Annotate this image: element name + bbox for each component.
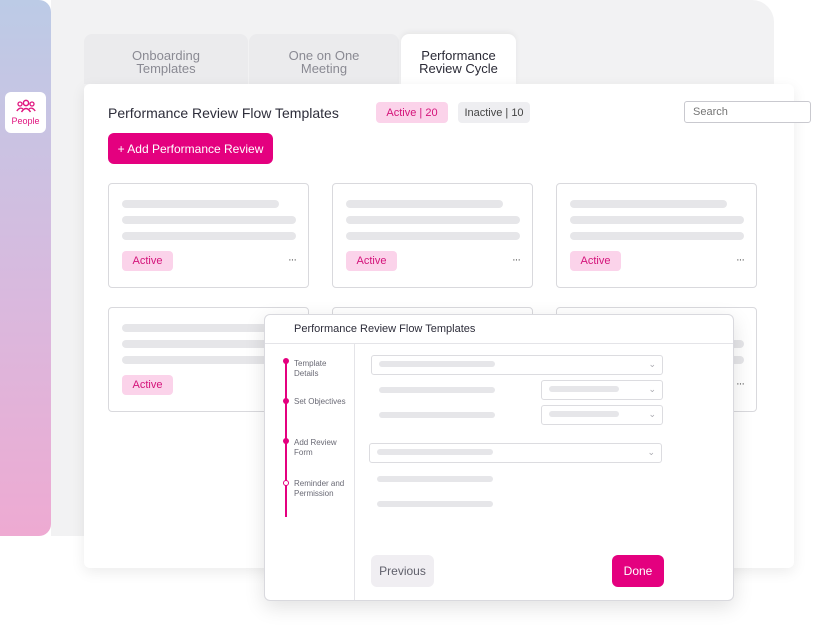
tab-label: Onboarding Templates <box>132 48 200 76</box>
skeleton-line <box>379 412 495 418</box>
skeleton-line <box>379 361 495 367</box>
people-icon <box>15 99 36 113</box>
add-performance-review-button[interactable]: + Add Performance Review <box>108 133 273 164</box>
more-options-icon[interactable]: ··· <box>512 254 521 266</box>
sidebar: People <box>0 0 51 536</box>
template-card[interactable]: Active ··· <box>556 183 757 288</box>
more-options-icon[interactable]: ··· <box>736 254 745 266</box>
dropdown-field[interactable]: ⌄ <box>371 355 663 375</box>
skeleton-line <box>570 232 744 240</box>
dropdown-field[interactable]: ⌄ <box>541 405 663 425</box>
divider <box>265 343 733 344</box>
status-badge: Active <box>122 251 173 271</box>
template-card[interactable]: Active ··· <box>332 183 533 288</box>
more-options-icon[interactable]: ··· <box>288 254 297 266</box>
status-badge: Active <box>122 375 173 395</box>
skeleton-line <box>346 216 520 224</box>
skeleton-line <box>377 449 493 455</box>
skeleton-line <box>122 232 296 240</box>
step-template-details[interactable]: Template Details <box>294 359 349 379</box>
done-button[interactable]: Done <box>612 555 664 587</box>
template-wizard-modal: Performance Review Flow Templates Templa… <box>264 314 734 601</box>
active-filter-pill[interactable]: Active | 20 <box>376 102 448 123</box>
tab-performance-review-cycle[interactable]: Performance Review Cycle <box>401 34 516 84</box>
skeleton-line <box>346 200 503 208</box>
skeleton-line <box>379 387 495 393</box>
skeleton-line <box>122 216 296 224</box>
chevron-down-icon: ⌄ <box>648 384 656 394</box>
step-dot <box>283 358 289 364</box>
skeleton-line <box>570 216 744 224</box>
step-set-objectives[interactable]: Set Objectives <box>294 397 349 407</box>
skeleton-line <box>122 200 279 208</box>
skeleton-line <box>549 411 619 417</box>
page-title: Performance Review Flow Templates <box>108 105 339 121</box>
tab-label: One on One Meeting <box>288 48 360 76</box>
divider <box>354 344 355 600</box>
tab-one-on-one-meeting[interactable]: One on One Meeting <box>249 34 399 84</box>
tab-onboarding-templates[interactable]: Onboarding Templates <box>84 34 248 84</box>
skeleton-line <box>346 232 520 240</box>
modal-title: Performance Review Flow Templates <box>294 323 476 335</box>
step-dot <box>283 438 289 444</box>
tab-label: Performance Review Cycle <box>419 48 498 76</box>
dropdown-field[interactable]: ⌄ <box>369 443 662 463</box>
step-add-review-form[interactable]: Add Review Form <box>294 438 349 458</box>
dropdown-field[interactable]: ⌄ <box>541 380 663 400</box>
search-input[interactable] <box>684 101 811 123</box>
inactive-filter-pill[interactable]: Inactive | 10 <box>458 102 530 123</box>
sidebar-item-label: People <box>11 116 40 126</box>
template-card[interactable]: Active ··· <box>108 183 309 288</box>
skeleton-line <box>549 386 619 392</box>
step-dot <box>283 398 289 404</box>
step-reminder-and-permission[interactable]: Reminder and Permission <box>294 479 349 499</box>
chevron-down-icon: ⌄ <box>648 359 656 369</box>
skeleton-line <box>377 476 493 482</box>
status-badge: Active <box>346 251 397 271</box>
chevron-down-icon: ⌄ <box>648 409 656 419</box>
skeleton-line <box>122 324 279 332</box>
skeleton-line <box>377 501 493 507</box>
step-dot <box>283 480 289 486</box>
sidebar-item-people[interactable]: People <box>5 92 46 133</box>
skeleton-line <box>570 200 727 208</box>
more-options-icon[interactable]: ··· <box>736 378 745 390</box>
chevron-down-icon: ⌄ <box>647 447 655 457</box>
previous-button[interactable]: Previous <box>371 555 434 587</box>
status-badge: Active <box>570 251 621 271</box>
